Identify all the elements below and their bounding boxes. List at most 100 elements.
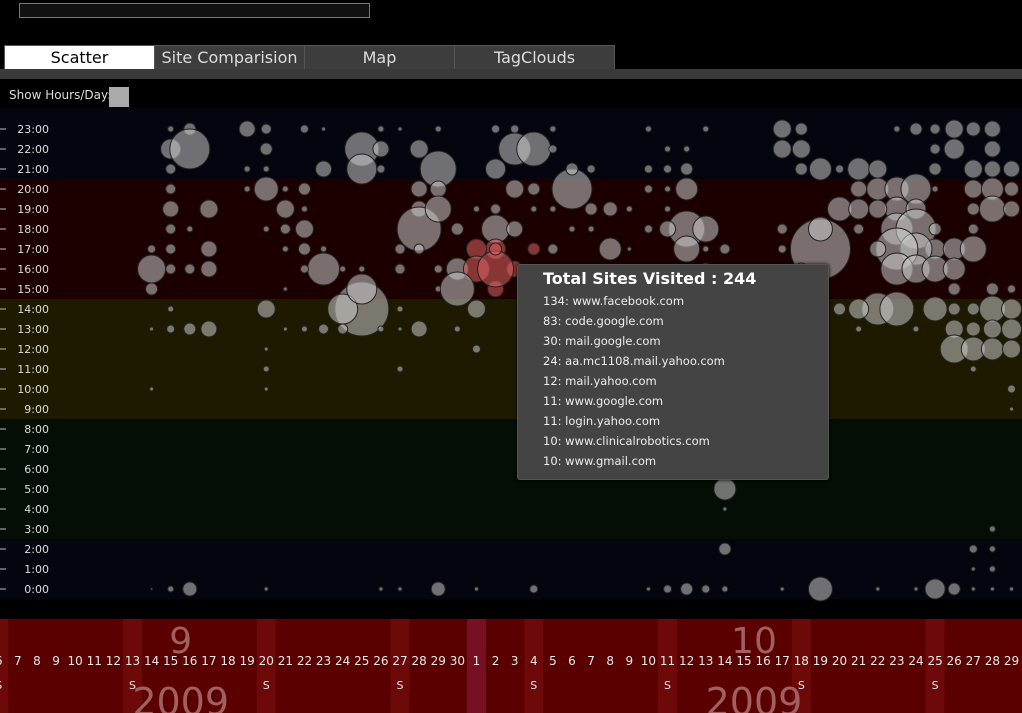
data-point bbox=[988, 565, 996, 573]
data-point bbox=[485, 158, 507, 180]
data-point bbox=[256, 299, 276, 319]
data-point bbox=[253, 176, 279, 202]
day-label: 24 bbox=[335, 654, 350, 668]
show-hours-label: Show Hours/Day: bbox=[9, 88, 112, 102]
data-point bbox=[263, 586, 269, 592]
data-point bbox=[358, 265, 366, 273]
data-point bbox=[315, 160, 333, 178]
tooltip-row: 30: mail.google.com bbox=[543, 334, 661, 348]
data-point bbox=[966, 202, 980, 216]
data-point bbox=[549, 205, 557, 213]
data-point bbox=[968, 544, 978, 554]
data-point bbox=[162, 200, 180, 218]
data-point bbox=[282, 286, 288, 292]
day-label: 16 bbox=[755, 654, 770, 668]
day-label: 13 bbox=[125, 654, 140, 668]
data-point bbox=[928, 222, 942, 236]
data-point bbox=[149, 386, 155, 392]
data-point bbox=[719, 243, 731, 255]
day-label: 29 bbox=[431, 654, 446, 668]
data-point bbox=[1007, 284, 1017, 294]
data-point bbox=[281, 185, 289, 193]
data-point bbox=[262, 365, 270, 373]
data-point bbox=[473, 586, 479, 592]
data-point bbox=[337, 323, 349, 335]
data-point bbox=[1002, 339, 1022, 359]
data-point bbox=[377, 125, 385, 133]
data-point bbox=[243, 185, 251, 193]
data-point bbox=[279, 223, 291, 235]
data-point bbox=[664, 145, 672, 153]
y-tick-label: 8:00 bbox=[24, 423, 49, 436]
scatter-chart[interactable]: 0:00 1:00 2:00 3:00 4:00 5:00 6:00 7:00 8:00 9:00… bbox=[0, 108, 1022, 713]
data-point bbox=[394, 243, 406, 255]
day-label: 21 bbox=[278, 654, 293, 668]
data-point bbox=[893, 125, 901, 133]
data-point bbox=[530, 205, 538, 213]
data-point bbox=[321, 126, 327, 132]
data-point bbox=[847, 157, 871, 181]
data-point bbox=[983, 140, 1001, 158]
data-point bbox=[165, 223, 177, 235]
data-point bbox=[922, 296, 948, 322]
tab-tagclouds[interactable]: TagClouds bbox=[454, 45, 615, 70]
y-tick-label: 15:00 bbox=[17, 283, 49, 296]
data-point bbox=[848, 298, 870, 320]
data-point bbox=[1007, 384, 1017, 394]
y-tick-label: 2:00 bbox=[24, 543, 49, 556]
data-point bbox=[262, 165, 270, 173]
data-point bbox=[965, 121, 981, 137]
data-point bbox=[450, 222, 464, 236]
data-point bbox=[1009, 406, 1015, 412]
day-label: 15 bbox=[736, 654, 751, 668]
data-point bbox=[970, 566, 976, 572]
data-point bbox=[584, 202, 598, 216]
y-tick-label: 18:00 bbox=[17, 223, 49, 236]
tab-scatter[interactable]: Scatter bbox=[4, 45, 155, 70]
day-label: 11 bbox=[660, 654, 675, 668]
data-point bbox=[491, 124, 501, 134]
data-point bbox=[625, 205, 633, 213]
y-tick-label: 14:00 bbox=[17, 303, 49, 316]
data-point bbox=[664, 205, 672, 213]
data-point bbox=[643, 164, 653, 174]
day-label: 6 bbox=[568, 654, 576, 668]
data-point bbox=[346, 273, 378, 305]
data-point bbox=[702, 125, 710, 133]
day-label: 18 bbox=[794, 654, 809, 668]
data-point bbox=[150, 587, 154, 591]
day-label: 1 bbox=[473, 654, 481, 668]
sunday-marker: S bbox=[263, 679, 270, 692]
day-label: 8 bbox=[33, 654, 41, 668]
data-point bbox=[1009, 586, 1015, 592]
search-input[interactable] bbox=[19, 3, 370, 18]
tooltip-row: 134: www.facebook.com bbox=[543, 294, 685, 308]
y-tick-label: 16:00 bbox=[17, 263, 49, 276]
data-point bbox=[516, 131, 552, 167]
data-point bbox=[183, 322, 197, 336]
data-point bbox=[547, 243, 559, 255]
sunday-marker: S bbox=[129, 679, 136, 692]
tab-site-comparision[interactable]: Site Comparision bbox=[154, 45, 305, 70]
show-hours-checkbox[interactable] bbox=[109, 87, 129, 107]
data-point bbox=[983, 160, 1001, 178]
data-point bbox=[165, 243, 177, 255]
data-point bbox=[506, 220, 524, 238]
data-point bbox=[645, 586, 651, 592]
data-point bbox=[875, 586, 881, 592]
day-label: 21 bbox=[851, 654, 866, 668]
data-point bbox=[602, 201, 618, 217]
data-point bbox=[848, 198, 870, 220]
data-point bbox=[853, 223, 865, 235]
tab-underline bbox=[0, 69, 1022, 79]
data-point bbox=[200, 320, 218, 338]
day-label: 28 bbox=[411, 654, 426, 668]
data-point bbox=[565, 162, 579, 176]
sunday-marker: S bbox=[932, 679, 939, 692]
data-point bbox=[947, 582, 961, 596]
data-point bbox=[683, 145, 691, 153]
day-label: 5 bbox=[549, 654, 557, 668]
data-point bbox=[929, 123, 941, 135]
data-point bbox=[807, 576, 833, 602]
tab-map[interactable]: Map bbox=[304, 45, 455, 70]
